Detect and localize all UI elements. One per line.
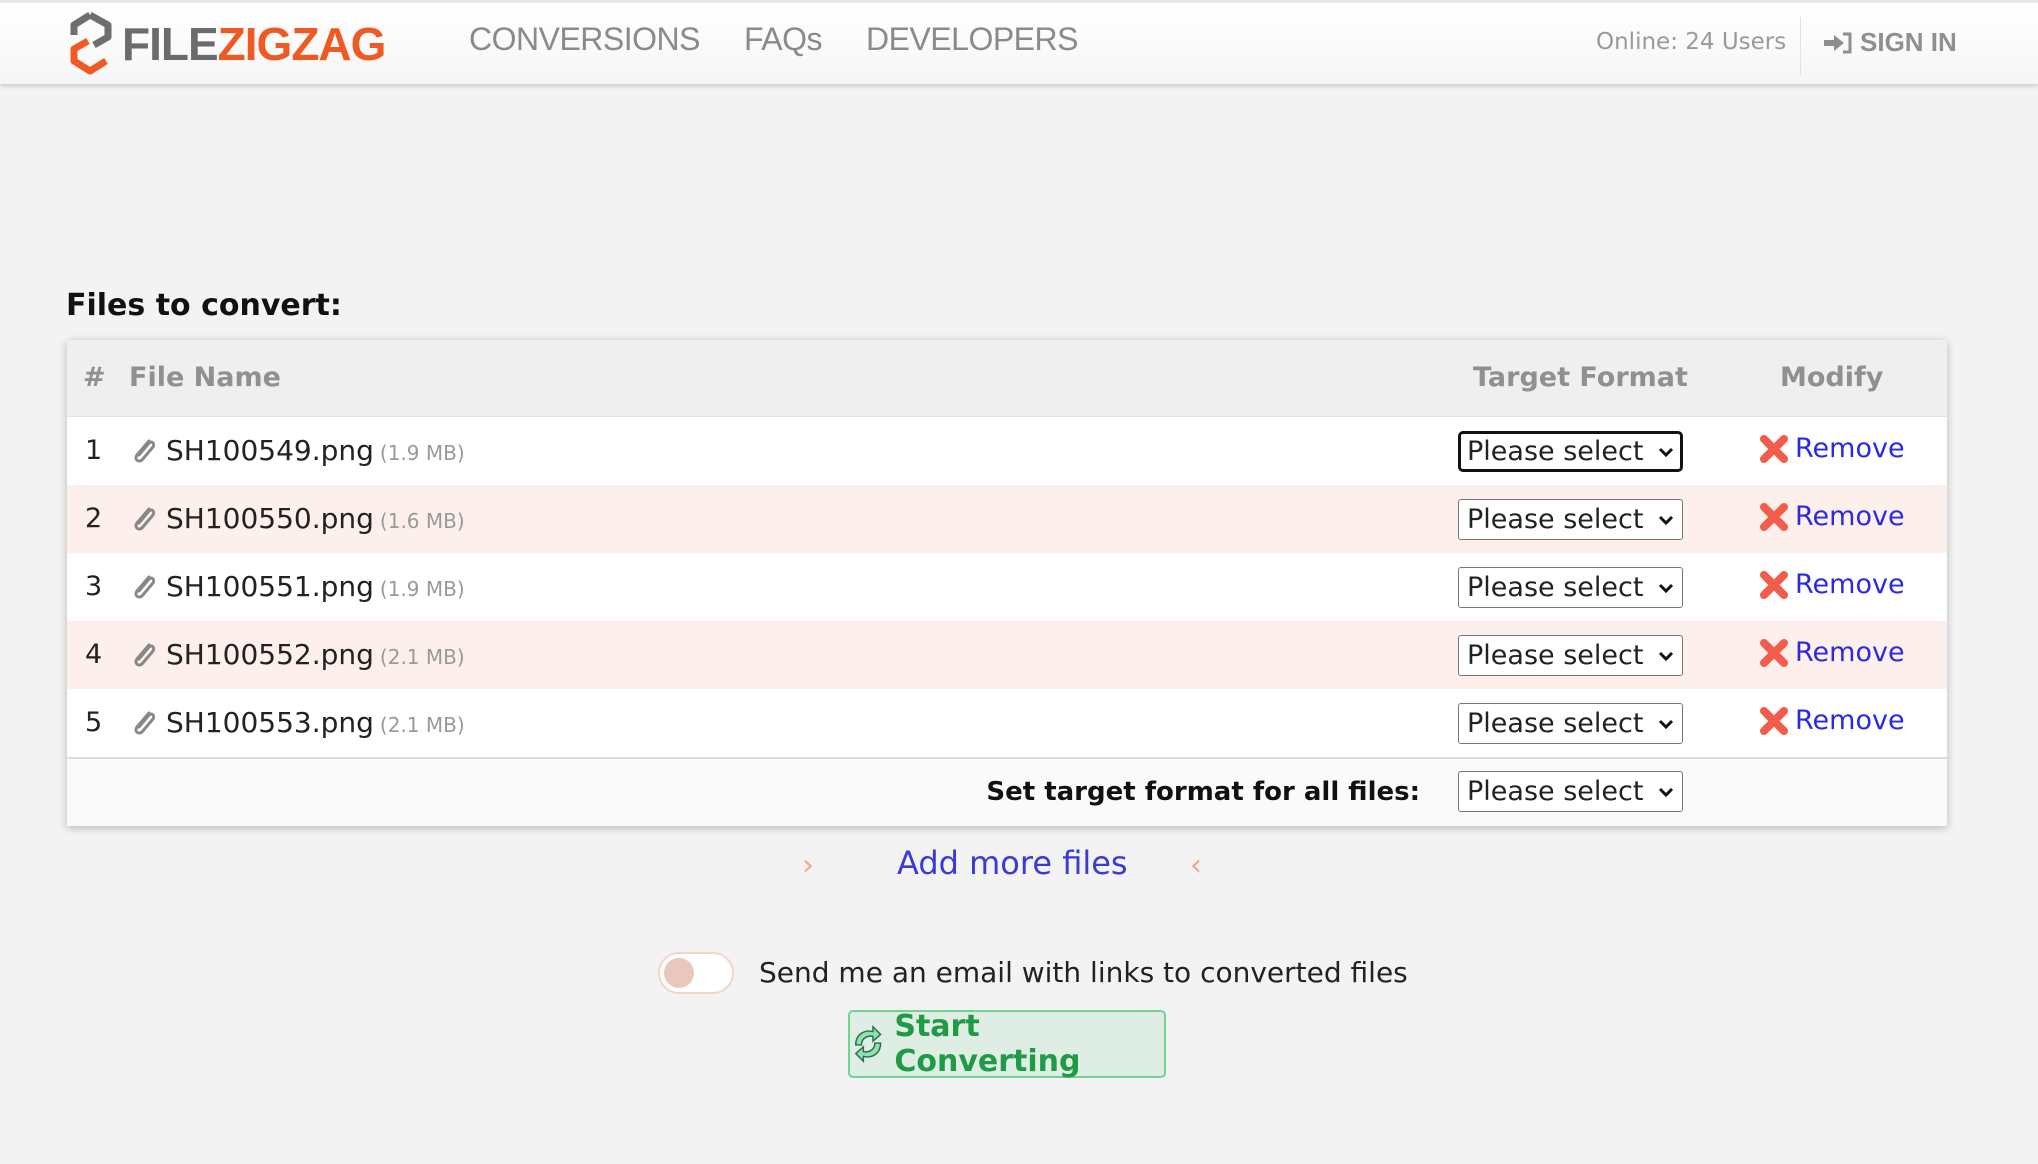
table-footer: Set target format for all files: Please … bbox=[67, 757, 1947, 826]
file-name: SH100552.png (2.1 MB) bbox=[166, 638, 465, 671]
file-name: SH100551.png (1.9 MB) bbox=[166, 570, 465, 603]
column-header-file-name: File Name bbox=[129, 362, 281, 393]
logo-zigzag: ZIGZAG bbox=[217, 18, 387, 70]
main-nav: CONVERSIONS FAQs DEVELOPERS bbox=[469, 21, 1078, 58]
logo-text: FILEZIGZAG bbox=[122, 17, 387, 71]
file-name: SH100549.png (1.9 MB) bbox=[166, 434, 465, 467]
file-name-text: SH100553.png bbox=[166, 706, 374, 739]
target-format-select[interactable]: Please select bbox=[1458, 703, 1683, 744]
sign-in-button[interactable]: SIGN IN bbox=[1822, 27, 1957, 58]
file-size: (2.1 MB) bbox=[379, 713, 465, 737]
column-header-target-format: Target Format bbox=[1473, 362, 1688, 393]
table-row: 4 SH100552.png (2.1 MB) Please select Remove bbox=[67, 621, 1947, 689]
red-x-icon bbox=[1760, 706, 1788, 735]
add-more-files-link[interactable]: Add more files bbox=[897, 844, 1128, 882]
page-title: Files to convert: bbox=[66, 288, 342, 323]
table-header: # File Name Target Format Modify bbox=[67, 340, 1947, 417]
paperclip-icon bbox=[134, 507, 156, 531]
row-number: 1 bbox=[85, 435, 103, 466]
remove-label: Remove bbox=[1795, 569, 1905, 600]
table-row: 3 SH100551.png (1.9 MB) Please select Remove bbox=[67, 553, 1947, 621]
nav-developers[interactable]: DEVELOPERS bbox=[866, 21, 1078, 58]
row-number: 3 bbox=[85, 571, 103, 602]
select-value: Please select bbox=[1467, 436, 1644, 467]
remove-file-button[interactable]: Remove bbox=[1759, 637, 1905, 668]
red-x-icon bbox=[1760, 502, 1788, 531]
nav-conversions[interactable]: CONVERSIONS bbox=[469, 21, 700, 58]
target-format-select[interactable]: Please select bbox=[1458, 499, 1683, 540]
online-users-count: Online: 24 Users bbox=[1596, 29, 1787, 55]
chevron-left-icon: ‹ bbox=[1190, 848, 1202, 883]
column-header-number: # bbox=[83, 362, 106, 393]
remove-label: Remove bbox=[1795, 705, 1905, 736]
file-name-text: SH100550.png bbox=[166, 502, 374, 535]
column-header-modify: Modify bbox=[1780, 362, 1884, 393]
file-name-text: SH100552.png bbox=[166, 638, 374, 671]
table-row: 2 SH100550.png (1.6 MB) Please select Remove bbox=[67, 485, 1947, 553]
file-size: (1.6 MB) bbox=[379, 509, 465, 533]
red-x-icon bbox=[1760, 638, 1788, 667]
target-format-select[interactable]: Please select bbox=[1458, 431, 1683, 472]
paperclip-icon bbox=[134, 643, 156, 667]
top-navbar: FILEZIGZAG CONVERSIONS FAQs DEVELOPERS O… bbox=[0, 0, 2038, 84]
zigzag-logo-icon bbox=[70, 11, 112, 75]
email-toggle-label: Send me an email with links to converted… bbox=[759, 956, 1408, 989]
select-value: Please select bbox=[1467, 708, 1644, 739]
target-format-select[interactable]: Please select bbox=[1458, 635, 1683, 676]
file-size: (2.1 MB) bbox=[379, 645, 465, 669]
sign-in-icon bbox=[1824, 32, 1852, 53]
table-row: 1 SH100549.png (1.9 MB) Please select Remove bbox=[67, 417, 1947, 485]
nav-faqs[interactable]: FAQs bbox=[744, 21, 823, 58]
start-converting-button[interactable]: Start Converting bbox=[848, 1009, 1166, 1079]
remove-file-button[interactable]: Remove bbox=[1759, 501, 1905, 532]
select-value: Please select bbox=[1467, 776, 1644, 807]
convert-arrows-icon bbox=[854, 1025, 882, 1063]
row-number: 5 bbox=[85, 707, 103, 738]
files-table: # File Name Target Format Modify 1 SH1005… bbox=[67, 340, 1947, 826]
file-name-text: SH100549.png bbox=[166, 434, 374, 467]
set-all-format-label: Set target format for all files: bbox=[986, 777, 1420, 807]
remove-label: Remove bbox=[1795, 637, 1905, 668]
chevron-down-icon bbox=[1658, 719, 1674, 729]
chevron-down-icon bbox=[1658, 787, 1674, 797]
target-format-select[interactable]: Please select bbox=[1458, 567, 1683, 608]
paperclip-icon bbox=[134, 711, 156, 735]
remove-label: Remove bbox=[1795, 501, 1905, 532]
red-x-icon bbox=[1760, 570, 1788, 599]
remove-file-button[interactable]: Remove bbox=[1759, 705, 1905, 736]
file-size: (1.9 MB) bbox=[379, 577, 465, 601]
select-value: Please select bbox=[1467, 640, 1644, 671]
logo-link[interactable]: FILEZIGZAG bbox=[64, 11, 387, 77]
paperclip-icon bbox=[134, 575, 156, 599]
chevron-down-icon bbox=[1658, 583, 1674, 593]
chevron-right-icon: › bbox=[802, 848, 814, 883]
remove-file-button[interactable]: Remove bbox=[1759, 569, 1905, 600]
chevron-down-icon bbox=[1658, 447, 1674, 457]
remove-label: Remove bbox=[1795, 433, 1905, 464]
toggle-knob bbox=[664, 958, 694, 988]
file-name-text: SH100551.png bbox=[166, 570, 374, 603]
sign-in-label: SIGN IN bbox=[1860, 27, 1957, 57]
set-all-format-select[interactable]: Please select bbox=[1458, 771, 1683, 812]
add-more-files-area: › Add more files ‹ bbox=[0, 844, 2038, 888]
select-value: Please select bbox=[1467, 572, 1644, 603]
row-number: 4 bbox=[85, 639, 103, 670]
email-toggle[interactable] bbox=[658, 952, 734, 994]
file-size: (1.9 MB) bbox=[379, 441, 465, 465]
file-name: SH100550.png (1.6 MB) bbox=[166, 502, 465, 535]
logo-file: FILE bbox=[122, 18, 219, 70]
chevron-down-icon bbox=[1658, 651, 1674, 661]
chevron-down-icon bbox=[1658, 515, 1674, 525]
row-number: 2 bbox=[85, 503, 103, 534]
start-converting-label: Start Converting bbox=[894, 1009, 1081, 1079]
red-x-icon bbox=[1760, 434, 1788, 463]
select-value: Please select bbox=[1467, 504, 1644, 535]
remove-file-button[interactable]: Remove bbox=[1759, 433, 1905, 464]
header-divider bbox=[1800, 17, 1801, 75]
paperclip-icon bbox=[134, 439, 156, 463]
table-row: 5 SH100553.png (2.1 MB) Please select Remove bbox=[67, 689, 1947, 757]
file-name: SH100553.png (2.1 MB) bbox=[166, 706, 465, 739]
